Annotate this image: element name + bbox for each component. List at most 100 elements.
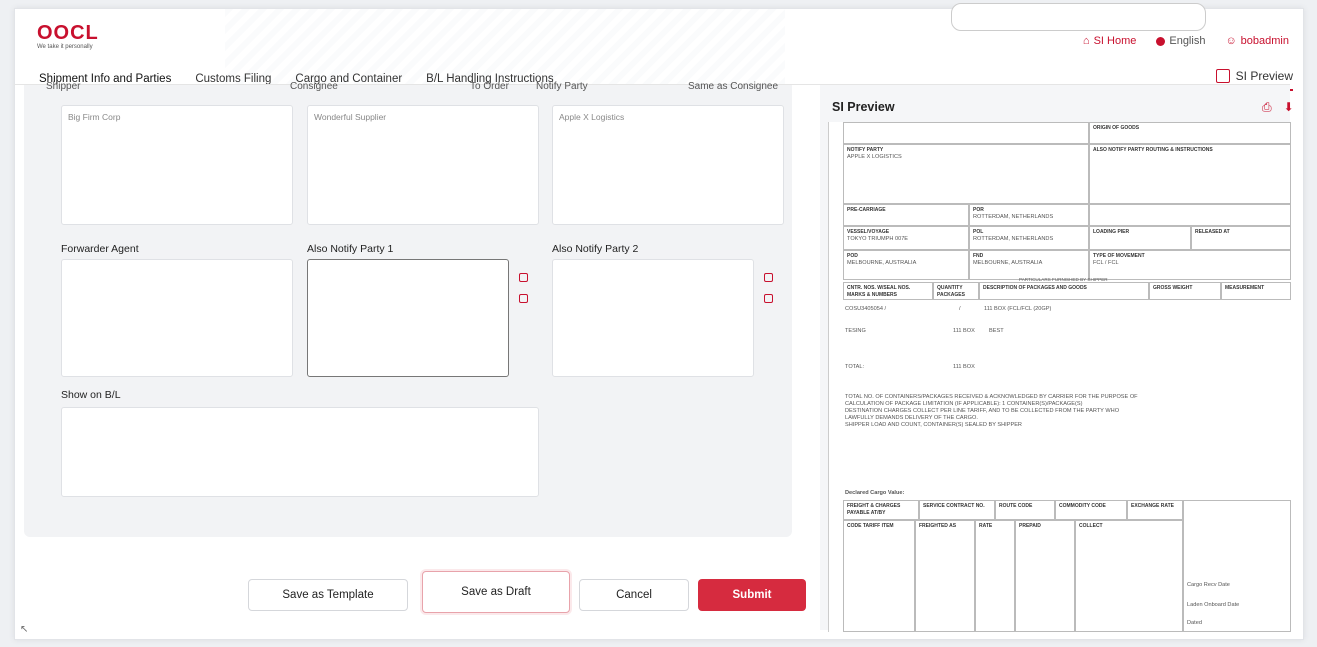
fnd-label: FND [973,253,984,259]
language-label: English [1169,35,1206,47]
delete-icon[interactable] [764,294,773,303]
user-menu[interactable]: ☺ bobadmin [1225,35,1289,47]
clause-line-1: TOTAL NO. OF CONTAINERS/PACKAGES RECEIVE… [845,394,1138,400]
top-nav: ⌂ SI Home English ☺ bobadmin [1083,35,1289,47]
search-bar[interactable] [951,3,1206,31]
delete-icon[interactable] [519,294,528,303]
submit-button[interactable]: Submit [698,579,806,611]
home-icon: ⌂ [1082,35,1090,47]
total-qty: 111 BOX [953,364,975,370]
consignee-field[interactable]: Wonderful Supplier [307,105,539,225]
clause-line-5: SHIPPER LOAD AND COUNT, CONTAINER(S) SEA… [845,422,1022,428]
total-label: TOTAL: [845,364,865,370]
notify-label: NOTIFY PARTY [847,147,884,153]
mouse-cursor-icon: ↖ [20,624,29,635]
save-draft-button[interactable]: Save as Draft [422,571,570,613]
shipper-label: Shipper [46,81,81,92]
pol-label: POL [973,229,984,235]
notify-value: APPLE X LOGISTICS [847,153,902,160]
show-on-bl-field[interactable] [61,407,539,497]
save-template-button[interactable]: Save as Template [248,579,408,611]
cancel-button[interactable]: Cancel [579,579,689,611]
forwarder-agent-field[interactable] [61,259,293,377]
rate-label: RATE [979,523,993,529]
also-notify-1-label: Also Notify Party 1 [307,243,394,255]
also-notify-2-label: Also Notify Party 2 [552,243,639,255]
forwarder-agent-label: Forwarder Agent [61,243,139,255]
collect-label: COLLECT [1079,523,1103,529]
oocl-logo[interactable]: OOCL We take it personally [37,23,127,50]
to-order-label: To Order [470,81,509,92]
col-marks-label: CNTR. NOS. W/SEAL NOS. MARKS & NUMBERS [847,285,911,298]
freighted-as-col: FREIGHTED AS [915,520,975,632]
freight-label: FREIGHT & CHARGES PAYABLE AT/BY [847,503,901,516]
col-qty: QUANTITY PACKAGES [933,282,979,300]
doc-released-at: RELEASED AT [1191,226,1291,250]
shipper-field[interactable]: Big Firm Corp [61,105,293,225]
user-name: bobadmin [1240,35,1289,47]
precarriage-label: PRE-CARRIAGE [847,207,886,213]
vessel-value: TOKYO TRIUMPH 007E [847,235,909,242]
vessel-label: VESSEL/VOYAGE [847,229,890,235]
dated-label: Dated [1187,620,1202,626]
notify-party-label: Notify Party [536,81,588,92]
also-notify-2-field[interactable] [552,259,754,377]
clause-line-3: DESTINATION CHARGES COLLECT PER LINE TAR… [845,408,1120,414]
col-weight-label: GROSS WEIGHT [1153,285,1193,291]
si-home-label: SI Home [1093,35,1137,47]
route-code-label: ROUTE CODE [999,503,1033,509]
row1-container: COSU3405054 / [845,306,887,312]
doc-movement: TYPE OF MOVEMENT FCL / FCL [1089,250,1291,280]
bl-preview-document: ORIGIN OF GOODS NOTIFY PARTY APPLE X LOGI… [828,122,1291,632]
print-icon[interactable]: ⎙ [1262,100,1272,115]
laden-onboard-date: Laden Onboard Date [1187,602,1240,608]
row1-slash: / [959,306,961,312]
col-meas: MEASUREMENT [1221,282,1291,300]
language-selector[interactable]: English [1156,35,1205,47]
also-notify-1-field[interactable] [307,259,509,377]
also-notify-1-actions [519,273,528,303]
cargo-recv-date: Cargo Recv Date [1187,582,1230,588]
logo-tagline: We take it personally [37,44,93,50]
doc-pod: POD MELBOURNE, AUSTRALIA [843,250,969,280]
movement-value: FCL / FCL [1093,259,1119,266]
col-meas-label: MEASUREMENT [1225,285,1265,291]
exchange-cell: EXCHANGE RATE [1127,500,1183,520]
code-tariff-label: CODE TARIFF ITEM [847,523,894,529]
preview-actions: ⎙ ⬇ [1262,100,1294,115]
released-at-label: RELEASED AT [1195,229,1230,235]
preview-title: SI Preview [832,100,895,114]
add-icon[interactable] [519,273,528,282]
document-icon [1215,69,1230,83]
terms-box [1183,500,1291,632]
por-label: POR [973,207,984,213]
si-home-link[interactable]: ⌂ SI Home [1083,35,1136,47]
globe-icon [1156,36,1166,46]
route-code-cell: ROUTE CODE [995,500,1055,520]
add-icon[interactable] [764,273,773,282]
collect-col: COLLECT [1075,520,1183,632]
download-icon[interactable]: ⬇ [1284,100,1294,115]
logo-wordmark: OOCL [37,22,99,44]
service-contract-label: SERVICE CONTRACT NO. [923,503,985,509]
prepaid-col: PREPAID [1015,520,1075,632]
col-desc-label: DESCRIPTION OF PACKAGES AND GOODS [983,285,1087,291]
doc-also-notify: ALSO NOTIFY PARTY ROUTING & INSTRUCTIONS [1089,144,1291,204]
doc-notify: NOTIFY PARTY APPLE X LOGISTICS [843,144,1089,204]
col-qty-label: QUANTITY PACKAGES [937,285,965,298]
consignee-label: Consignee [290,81,338,92]
doc-vessel: VESSEL/VOYAGE TOKYO TRIUMPH 007E [843,226,969,250]
col-marks: CNTR. NOS. W/SEAL NOS. MARKS & NUMBERS [843,282,933,300]
prepaid-label: PREPAID [1019,523,1041,529]
row2-mark: TESING [845,328,866,334]
commodity-label: COMMODITY CODE [1059,503,1106,509]
parties-form: Shipper Consignee To Order Notify Party … [24,81,792,537]
clause-line-4: LAWFULLY DEMANDS DELIVERY OF THE CARGO. [845,415,978,421]
notify-party-field[interactable]: Apple X Logistics [552,105,784,225]
freight-cell: FREIGHT & CHARGES PAYABLE AT/BY [843,500,919,520]
rate-col: RATE [975,520,1015,632]
exchange-label: EXCHANGE RATE [1131,503,1174,509]
origin-label: ORIGIN OF GOODS [1093,125,1140,131]
doc-por: POR ROTTERDAM, NETHERLANDS [969,204,1089,226]
pod-label: POD [847,253,858,259]
